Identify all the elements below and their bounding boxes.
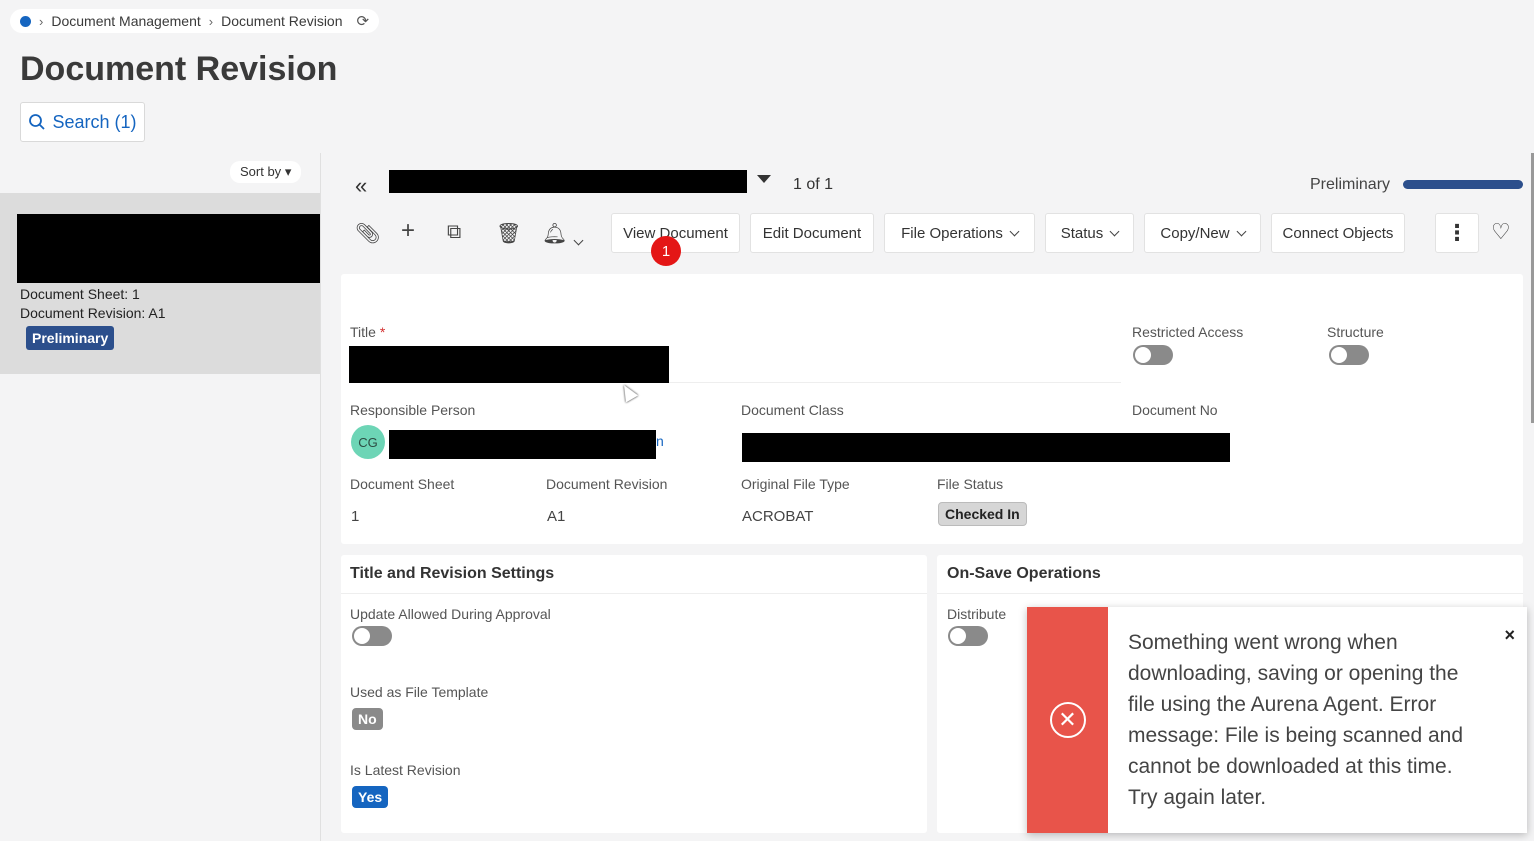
status-button[interactable]: Status [1045,213,1134,253]
search-label: Search (1) [52,111,137,132]
responsible-person-link[interactable]: n [656,433,664,449]
status-label: Status [1060,224,1104,242]
document-class-label: Document Class [741,402,844,418]
breadcrumb-item-document-management[interactable]: Document Management [51,13,200,29]
on-save-heading: On-Save Operations [947,565,1101,582]
document-revision-value: A1 [547,508,566,525]
home-icon[interactable] [20,15,31,27]
document-sheet-label: Document Sheet [350,476,455,492]
search-button[interactable]: Search (1) [20,102,145,142]
structure-toggle[interactable] [1329,345,1369,365]
plus-icon[interactable]: + [401,217,415,245]
sort-by-dropdown[interactable]: Sort by ▾ [230,161,302,183]
more-options-icon[interactable]: ⋮ [1435,213,1479,253]
trash-icon[interactable]: 🗑︎ [496,221,521,246]
document-revision-label: Document Revision [546,476,668,492]
error-toast: ✕ Something went wrong when downloading,… [1027,607,1527,833]
used-as-template-badge: No [352,708,383,730]
page-title: Document Revision [20,50,338,88]
distribute-toggle[interactable] [948,626,988,646]
duplicate-icon[interactable]: ⧉ [447,221,461,244]
collapse-left-icon[interactable]: « [355,173,367,199]
toolbar: 📎︎ + ⧉ 🗑︎ 🔔︎ View Document Edit Document… [321,213,1534,253]
original-file-type-label: Original File Type [741,476,850,492]
avatar: CG [351,425,385,459]
caret-down-icon: ▾ [284,164,292,179]
state-progress-bar [1403,180,1523,189]
list-item[interactable]: Document Sheet: 1 Document Revision: A1 … [0,193,327,374]
heart-icon[interactable]: ♡ [1491,219,1511,245]
redacted-block [17,214,327,283]
title-revision-settings-heading: Title and Revision Settings [350,565,555,582]
paperclip-icon[interactable]: 📎︎ [355,221,380,246]
toast-error-side: ✕ [1027,607,1108,833]
used-as-template-label: Used as File Template [350,684,489,700]
structure-label: Structure [1327,324,1384,340]
caret-down-icon[interactable] [757,175,771,183]
latest-revision-badge: Yes [352,786,389,808]
responsible-person-label: Responsible Person [350,402,476,418]
notification-badge: 1 [651,236,681,266]
copy-new-button[interactable]: Copy/New [1144,213,1261,253]
bell-icon[interactable]: 🔔︎ [542,221,567,246]
sort-by-label: Sort by [240,164,282,179]
update-allowed-label: Update Allowed During Approval [350,606,551,622]
search-icon [29,114,46,130]
toast-message: Something went wrong when downloading, s… [1128,631,1464,809]
file-status-badge: Checked In [938,502,1027,526]
chevron-right-icon: › [39,13,44,29]
distribute-label: Distribute [947,606,1007,622]
original-file-type-value: ACROBAT [742,508,814,525]
list-item-sheet: Document Sheet: 1 [20,286,140,302]
file-operations-button[interactable]: File Operations [884,213,1035,253]
status-badge: Preliminary [26,326,115,350]
chevron-down-icon[interactable] [573,227,584,250]
file-operations-label: File Operations [901,224,1003,242]
document-header-card: Title * Restricted Access Structure Resp… [341,274,1523,544]
state-label: Preliminary [1310,176,1391,193]
file-status-label: File Status [937,476,1004,492]
redacted-person-name [389,430,656,459]
list-item-revision: Document Revision: A1 [20,305,166,321]
refresh-icon[interactable]: ⟳ [357,12,370,30]
redacted-record-title [389,170,747,193]
title-revision-settings-card: Title and Revision Settings Update Allow… [341,555,927,833]
copy-new-label: Copy/New [1160,224,1230,242]
redacted-document-class [742,433,1230,462]
chevron-down-icon [1009,226,1020,236]
restricted-access-toggle[interactable] [1133,345,1173,365]
breadcrumb: › Document Management › Document Revisio… [10,9,380,33]
restricted-access-label: Restricted Access [1132,324,1244,340]
record-count: 1 of 1 [793,176,834,193]
title-label-text: Title [350,324,376,340]
close-icon[interactable]: × [1504,625,1515,646]
connect-objects-button[interactable]: Connect Objects [1271,213,1405,253]
required-mark: * [379,324,386,340]
chevron-down-icon [1236,226,1247,236]
update-allowed-toggle[interactable] [352,626,392,646]
title-label: Title * [350,324,385,340]
record-list-panel: Sort by ▾ Document Sheet: 1 Document Rev… [0,153,327,841]
document-sheet-value: 1 [351,508,360,525]
latest-revision-label: Is Latest Revision [350,762,461,778]
chevron-down-icon [1109,226,1120,236]
breadcrumb-item-document-revision[interactable]: Document Revision [221,13,342,29]
document-no-label: Document No [1132,402,1218,418]
edit-document-button[interactable]: Edit Document [750,213,874,253]
redacted-title-value [349,346,669,383]
chevron-right-icon: › [208,13,214,29]
error-icon: ✕ [1049,702,1086,738]
